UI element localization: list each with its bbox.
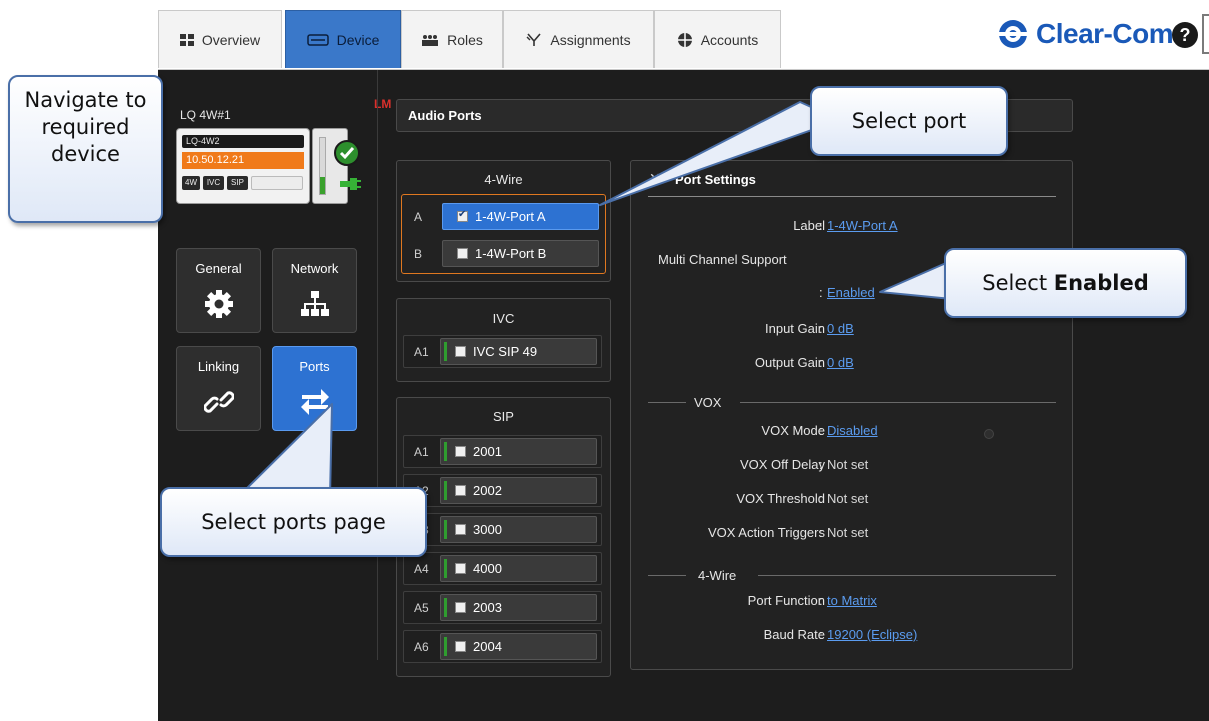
callout-navigate: Navigate to required device xyxy=(8,75,163,223)
callout-select-enabled-bold: Enabled xyxy=(1053,271,1149,295)
callout-select-enabled-prefix: Select xyxy=(982,271,1048,295)
callout-pointers xyxy=(237,101,963,498)
callout-select-ports-page: Select ports page xyxy=(160,487,427,557)
callout-select-port-text: Select port xyxy=(851,109,967,133)
pointer-select-ports-page xyxy=(237,403,333,498)
callout-navigate-text: Navigate to required device xyxy=(24,88,147,166)
callout-select-port: Select port xyxy=(810,86,1008,156)
callout-select-enabled: Select Enabled xyxy=(944,248,1187,318)
callout-select-ports-page-text: Select ports page xyxy=(201,510,386,534)
pointer-select-port xyxy=(599,101,841,206)
screenshot-stage: Overview Device Roles Assignments Accoun… xyxy=(0,0,1209,721)
